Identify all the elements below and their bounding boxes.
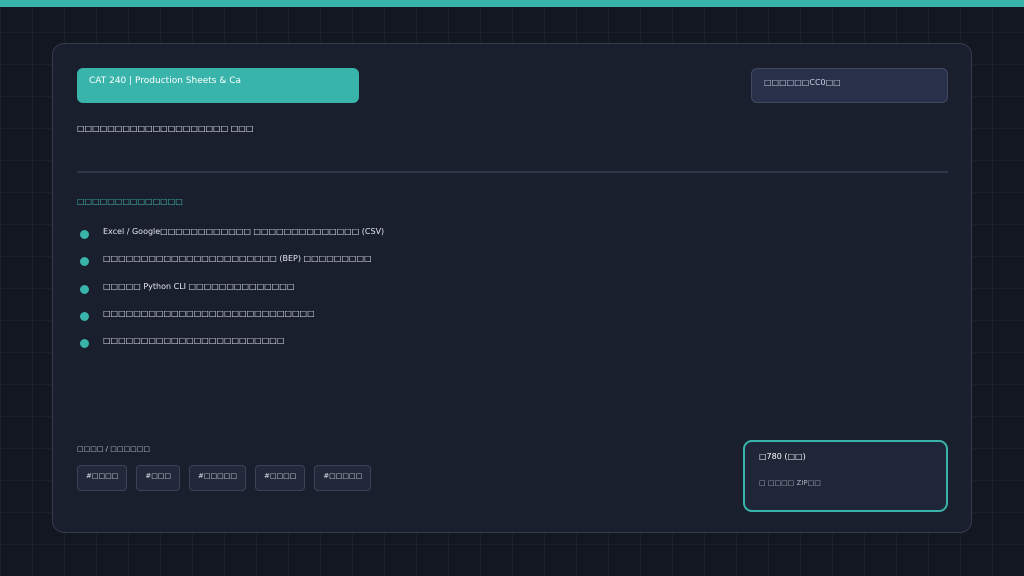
bullet-icon xyxy=(80,257,89,267)
feature-item: Excel / Google□□□□□□□□□□□□ □□□□□□□□□□□□□… xyxy=(77,224,384,251)
feature-list: Excel / Google□□□□□□□□□□□□ □□□□□□□□□□□□□… xyxy=(77,224,384,360)
feature-item: □□□□□□□□□□□□□□□□□□□□□□□□ xyxy=(77,333,384,360)
tag-chip[interactable]: #□□□□□ xyxy=(314,465,372,491)
license-badge: □□□□□□CC0□□ xyxy=(751,68,948,103)
tag-chip[interactable]: #□□□□ xyxy=(254,465,306,491)
feature-text: □□□□□□□□□□□□□□□□□□□□□□□ (BEP) □□□□□□□□□ xyxy=(103,254,372,264)
tag-list: #□□□□ #□□□ #□□□□□ #□□□□ #□□□□□ xyxy=(77,465,380,491)
tags-label: □□□□ / □□□□□□ xyxy=(77,445,150,453)
feature-item: □□□□□□□□□□□□□□□□□□□□□□□□□□□□ xyxy=(77,306,384,333)
download-note: □ □□□□ ZIP□□ xyxy=(759,479,821,487)
feature-text: □□□□□ Python CLI □□□□□□□□□□□□□□ xyxy=(103,281,295,291)
feature-item: □□□□□ Python CLI □□□□□□□□□□□□□□ xyxy=(77,279,384,306)
purchase-box[interactable]: □780 (□□) □ □□□□ ZIP□□ xyxy=(743,440,948,512)
price-label: □780 (□□) xyxy=(759,452,806,461)
feature-text: □□□□□□□□□□□□□□□□□□□□□□□□□□□□ xyxy=(103,308,315,318)
tag-chip[interactable]: #□□□□ xyxy=(77,465,128,491)
license-text: □□□□□□CC0□□ xyxy=(764,78,841,87)
product-subtitle: □□□□□□□□□□□□□□□□□□□□ □□□ xyxy=(77,124,254,133)
top-accent-bar xyxy=(0,0,1024,7)
feature-text: □□□□□□□□□□□□□□□□□□□□□□□□ xyxy=(103,336,285,346)
bullet-icon xyxy=(80,230,89,239)
product-title-text: CAT 240 | Production Sheets & Ca xyxy=(89,76,242,86)
tag-chip[interactable]: #□□□□□ xyxy=(189,465,246,491)
product-card: CAT 240 | Production Sheets & Ca □□□□□□C… xyxy=(52,43,972,533)
divider xyxy=(77,171,948,173)
product-title: CAT 240 | Production Sheets & Ca xyxy=(77,68,359,103)
bullet-icon xyxy=(80,339,89,349)
tag-chip[interactable]: #□□□ xyxy=(136,465,181,491)
bullet-icon xyxy=(80,311,89,321)
bullet-icon xyxy=(80,284,89,294)
features-heading: □□□□□□□□□□□□□□ xyxy=(77,197,183,206)
feature-item: □□□□□□□□□□□□□□□□□□□□□□□ (BEP) □□□□□□□□□ xyxy=(77,251,384,278)
feature-text: Excel / Google□□□□□□□□□□□□ □□□□□□□□□□□□□… xyxy=(103,227,385,236)
